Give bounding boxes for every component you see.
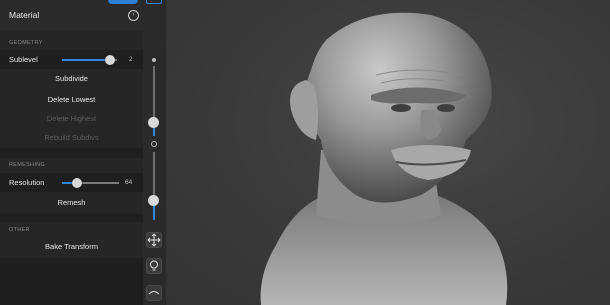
section-divider — [0, 148, 143, 158]
sublevel-value: 2 — [129, 56, 133, 63]
sculpt-viewport[interactable] — [166, 0, 610, 305]
delete-lowest-button[interactable]: Delete Lowest — [0, 95, 143, 104]
section-divider-2 — [0, 214, 143, 222]
geometry-section-label: GEOMETRY — [9, 40, 43, 46]
material-label: Material — [9, 10, 40, 20]
vertical-toolbar — [143, 0, 166, 305]
panel-footer — [0, 258, 143, 305]
slider-dot-icon — [152, 58, 156, 62]
settings-panel: Material › GEOMETRY Sublevel 2 Subdivide… — [0, 0, 143, 305]
top-tool-button[interactable] — [146, 0, 162, 4]
remeshing-section-label: REMESHING — [9, 162, 46, 168]
delete-highest-button[interactable]: Delete Highest — [0, 114, 143, 123]
slider-ring-icon — [151, 141, 157, 147]
resolution-value: 64 — [125, 179, 133, 186]
brush-size-knob[interactable] — [148, 117, 159, 128]
subdivide-button[interactable]: Subdivide — [0, 74, 143, 83]
bake-transform-button[interactable]: Bake Transform — [0, 242, 143, 251]
remesh-button[interactable]: Remesh — [0, 198, 143, 207]
sculpt-model — [260, 12, 508, 305]
sublevel-label: Sublevel — [9, 55, 38, 64]
accent-tab[interactable] — [108, 0, 138, 4]
other-section-label: OTHER — [9, 227, 30, 233]
rebuild-subdivs-button[interactable]: Rebuild Subdivs — [0, 133, 143, 142]
stroke-icon[interactable] — [146, 285, 162, 301]
lightbulb-icon[interactable] — [146, 258, 162, 274]
sublevel-row: Sublevel 2 — [0, 50, 143, 69]
sublevel-knob[interactable] — [105, 55, 115, 65]
move-icon[interactable] — [146, 232, 162, 248]
resolution-row: Resolution 64 — [0, 173, 143, 192]
sublevel-fill — [62, 59, 110, 61]
chevron-circle-icon[interactable]: › — [128, 10, 139, 21]
brush-intensity-knob[interactable] — [148, 195, 159, 206]
material-row[interactable]: Material › — [0, 0, 143, 30]
resolution-knob[interactable] — [72, 178, 82, 188]
resolution-label: Resolution — [9, 178, 45, 187]
